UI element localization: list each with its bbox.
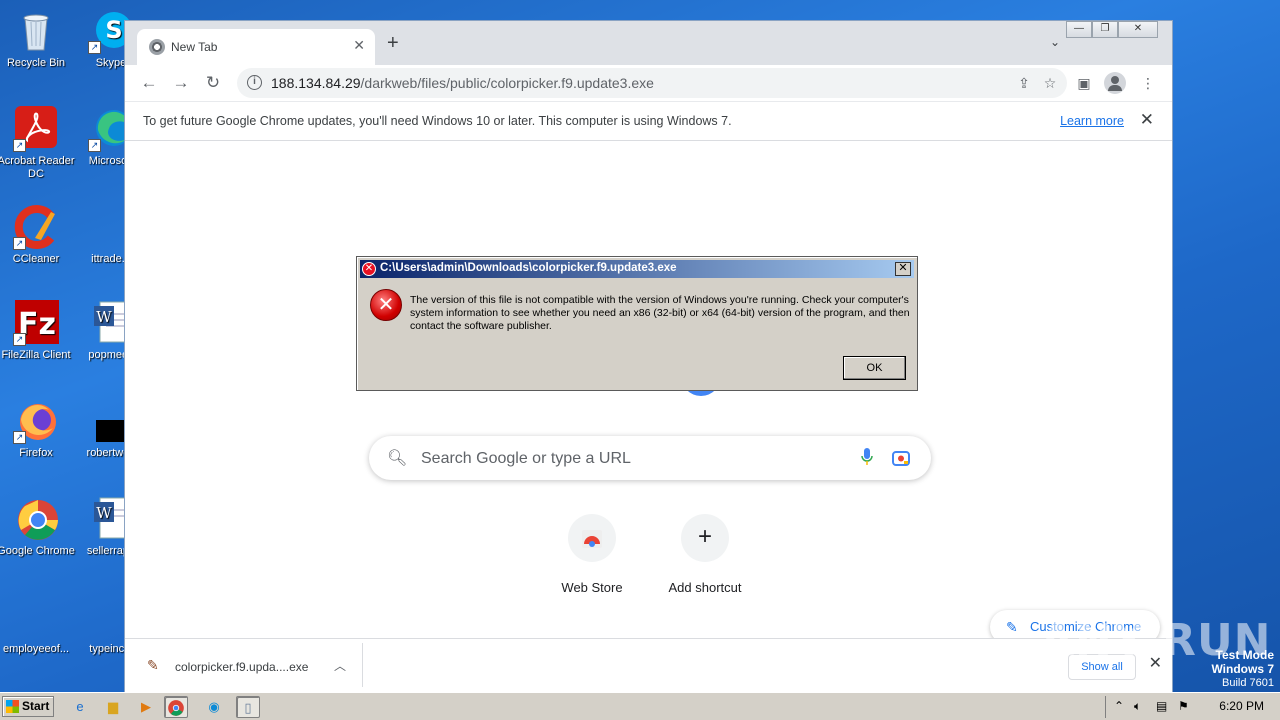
learn-more-link[interactable]: Learn more <box>1060 114 1124 128</box>
svg-text:S: S <box>105 16 122 44</box>
system-tray: ⌃ 🔈︎ ▤ ⚑ 6:20 PM <box>1105 696 1280 718</box>
svg-text:W: W <box>96 308 112 326</box>
shortcut-label: Web Store <box>561 580 623 595</box>
window-controls: — ❐ ✕ <box>1066 21 1158 39</box>
download-shelf: ✎ colorpicker.f9.upda....exe ︿ Show all … <box>125 638 1172 693</box>
recycle-bin-icon <box>13 8 59 54</box>
url-text[interactable]: 188.134.84.29/darkweb/files/public/color… <box>271 75 654 91</box>
desktop-icon-firefox[interactable]: ↗ Firefox <box>0 398 75 460</box>
file-explorer-icon[interactable]: ▆ <box>101 696 125 718</box>
blank-file-icon <box>13 594 59 640</box>
download-item[interactable]: ✎ colorpicker.f9.upda....exe ︿ <box>133 643 363 687</box>
browser-toolbar: ← → ↻ i 188.134.84.29/darkweb/files/publ… <box>125 65 1172 101</box>
address-bar[interactable]: i 188.134.84.29/darkweb/files/public/col… <box>237 68 1067 98</box>
shortcut-web-store[interactable]: Web Store <box>536 514 648 595</box>
ccleaner-icon: ↗ <box>13 204 59 250</box>
taskbar: Start e ▆ ▶ ◉ ▯ ⌃ 🔈︎ ▤ ⚑ 6:20 PM <box>0 692 1280 720</box>
clock[interactable]: 6:20 PM <box>1219 699 1264 713</box>
volume-icon[interactable]: 🔈︎ <box>1134 699 1141 714</box>
reload-icon[interactable]: ↻ <box>201 71 225 95</box>
error-icon: ✕ <box>370 289 402 321</box>
bookmark-star-icon[interactable]: ☆ <box>1041 74 1059 92</box>
desktop-icon-employeeof[interactable]: employeeof... <box>0 594 75 656</box>
infobar-close-icon[interactable]: ✕ <box>1140 110 1154 130</box>
search-placeholder: Search Google or type a URL <box>421 450 631 467</box>
tab-close-icon[interactable]: ✕ <box>353 37 365 54</box>
forward-arrow-icon[interactable]: → <box>169 71 193 95</box>
ok-button[interactable]: OK <box>843 356 906 380</box>
error-small-icon: ✕ <box>362 262 376 276</box>
chrome-taskbar-icon[interactable] <box>164 696 188 718</box>
add-icon: + <box>681 514 729 562</box>
url-path: /darkweb/files/public/colorpicker.f9.upd… <box>360 75 654 91</box>
url-host: 188.134.84.29 <box>271 75 361 91</box>
watermark-line3: Build 7601 <box>1222 677 1274 689</box>
tab-strip: New Tab ✕ + ⌄ — ❐ ✕ <box>125 21 1172 65</box>
dialog-message: The version of this file is not compatib… <box>410 294 910 332</box>
tab-title: New Tab <box>171 40 218 54</box>
filezilla-icon: Fz ↗ <box>13 300 59 346</box>
tab-search-chevron-icon[interactable]: ⌄ <box>1050 35 1060 49</box>
watermark-line1: Test Mode <box>1215 648 1274 662</box>
site-info-icon[interactable]: i <box>247 75 262 90</box>
dialog-titlebar: ✕ C:\Users\admin\Downloads\colorpicker.f… <box>360 260 914 278</box>
desktop-icon-ccleaner[interactable]: ↗ CCleaner <box>0 204 75 266</box>
windows-logo-icon <box>6 700 19 713</box>
dialog-title: C:\Users\admin\Downloads\colorpicker.f9.… <box>380 262 677 274</box>
google-lens-camera-icon[interactable] <box>891 448 911 468</box>
shortcut-label: Add shortcut <box>668 580 742 595</box>
share-icon[interactable]: ⇪ <box>1015 74 1033 92</box>
menu-kebab-icon[interactable]: ⋮ <box>1139 74 1157 92</box>
media-player-icon[interactable]: ▶ <box>134 696 158 718</box>
voice-search-mic-icon[interactable] <box>861 447 873 467</box>
document-taskbar-icon[interactable]: ▯ <box>236 696 260 718</box>
update-infobar: To get future Google Chrome updates, you… <box>125 101 1172 141</box>
new-tab-button[interactable]: + <box>387 33 399 53</box>
executable-file-icon: ✎ <box>147 657 159 673</box>
search-icon: 🔍︎ <box>387 450 408 467</box>
web-store-icon <box>568 514 616 562</box>
action-center-flag-icon[interactable]: ⚑ <box>1178 699 1189 713</box>
desktop-icon-filezilla[interactable]: Fz ↗ FileZilla Client <box>0 300 75 362</box>
start-label: Start <box>22 699 50 713</box>
acrobat-reader-icon: ↗ <box>13 106 59 152</box>
desktop-icon-google-chrome[interactable]: Google Chrome <box>0 496 75 558</box>
side-panel-icon[interactable]: ▣ <box>1075 74 1093 92</box>
shortcut-add[interactable]: + Add shortcut <box>649 514 761 595</box>
close-window-button[interactable]: ✕ <box>1118 21 1158 38</box>
tab-new-tab[interactable]: New Tab ✕ <box>137 29 375 65</box>
tray-expand-icon[interactable]: ⌃ <box>1114 699 1124 713</box>
svg-text:W: W <box>96 504 112 522</box>
chrome-favicon-icon <box>149 39 165 55</box>
profile-avatar-icon[interactable] <box>1104 72 1126 94</box>
chevron-up-icon[interactable]: ︿ <box>334 657 346 674</box>
edge-taskbar-icon[interactable]: ◉ <box>202 696 226 718</box>
search-box[interactable]: 🔍︎ Search Google or type a URL <box>369 436 931 480</box>
error-dialog: ✕ C:\Users\admin\Downloads\colorpicker.f… <box>356 256 918 391</box>
maximize-button[interactable]: ❐ <box>1092 21 1118 38</box>
infobar-message: To get future Google Chrome updates, you… <box>143 114 732 128</box>
test-mode-watermark: Test Mode Windows 7 Build 7601 <box>1211 648 1274 690</box>
dialog-close-button[interactable]: ✕ <box>895 262 911 276</box>
chrome-icon <box>13 496 59 542</box>
watermark-line2: Windows 7 <box>1211 662 1274 676</box>
firefox-icon: ↗ <box>13 398 59 444</box>
start-button[interactable]: Start <box>2 696 54 717</box>
desktop-icon-acrobat[interactable]: ↗ Acrobat Reader DC <box>0 106 75 181</box>
download-filename: colorpicker.f9.upda....exe <box>175 660 309 674</box>
internet-explorer-icon[interactable]: e <box>68 696 92 718</box>
minimize-button[interactable]: — <box>1066 21 1092 38</box>
back-arrow-icon[interactable]: ← <box>137 71 161 95</box>
desktop-icon-recycle-bin[interactable]: Recycle Bin <box>0 8 75 70</box>
network-icon[interactable]: ▤ <box>1156 699 1167 713</box>
